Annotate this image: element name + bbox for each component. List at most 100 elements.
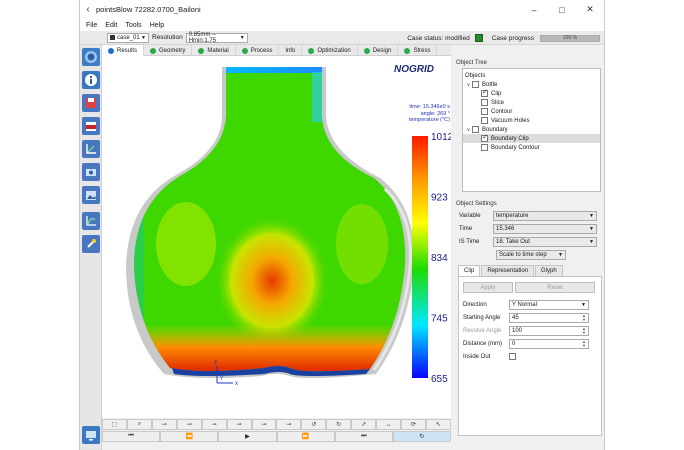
curve-chart-icon[interactable] bbox=[82, 212, 100, 230]
checkbox-bottle[interactable] bbox=[472, 81, 479, 88]
zoom-box-icon[interactable]: ⌕ bbox=[126, 419, 152, 430]
apply-button[interactable]: Apply bbox=[463, 282, 513, 293]
rotate-right-icon[interactable]: ↻ bbox=[326, 419, 352, 430]
menu-file[interactable]: File bbox=[82, 22, 101, 29]
subtab-representation[interactable]: Representation bbox=[481, 265, 535, 276]
view-x-pos-icon[interactable]: ⊸ bbox=[176, 419, 202, 430]
checkbox-vacuum-holes[interactable] bbox=[481, 117, 488, 124]
direction-row: Direction Y Normal ▼ bbox=[463, 298, 597, 311]
distance-input[interactable]: 0 ▲ ▼ bbox=[509, 338, 589, 349]
save-icon[interactable] bbox=[82, 94, 100, 112]
spin-arrows-icon[interactable]: ▲ ▼ bbox=[582, 339, 586, 348]
camera-icon[interactable] bbox=[82, 163, 100, 181]
tab-material[interactable]: Material bbox=[192, 45, 236, 56]
screen-icon[interactable] bbox=[82, 426, 100, 444]
resolution-select[interactable]: 0.85mm -- Hmin:1.75 ▼ bbox=[185, 32, 248, 44]
subtab-glyph[interactable]: Glyph bbox=[535, 265, 563, 276]
tree-item-boundary-clip[interactable]: Boundary Clip bbox=[463, 133, 600, 143]
time-value: 15.346 bbox=[496, 225, 515, 232]
tree-item-contour[interactable]: Contour bbox=[463, 107, 600, 116]
image-export-icon[interactable] bbox=[82, 186, 100, 204]
view-z-pos-icon[interactable]: ⊸ bbox=[276, 419, 302, 430]
left-sidebar bbox=[80, 45, 102, 450]
last-frame-icon[interactable]: ⏭ bbox=[334, 431, 393, 442]
axes-icon[interactable]: ↗ bbox=[351, 419, 377, 430]
case-progress-label: Case progress bbox=[491, 34, 534, 42]
pdf-icon[interactable] bbox=[82, 117, 100, 135]
tab-design[interactable]: Design bbox=[358, 45, 399, 56]
inside-out-row: Inside Out bbox=[463, 350, 597, 363]
tree-item-slice[interactable]: Slice bbox=[463, 98, 600, 107]
tab-stress[interactable]: Stress bbox=[398, 45, 438, 56]
colorbar bbox=[412, 136, 428, 378]
tab-optimization[interactable]: Optimization bbox=[302, 45, 358, 56]
tree-item-label: Contour bbox=[491, 108, 513, 115]
close-icon[interactable]: ✕ bbox=[576, 0, 604, 19]
tab-label: Info bbox=[285, 47, 296, 54]
status-dot-icon bbox=[241, 47, 248, 54]
view-y-neg-icon[interactable]: ⊸ bbox=[201, 419, 227, 430]
tools-icon[interactable] bbox=[82, 235, 100, 253]
tab-geometry[interactable]: Geometry bbox=[144, 45, 193, 56]
checkbox-boundary-clip[interactable] bbox=[481, 133, 488, 142]
view-y-pos-icon[interactable]: ⊸ bbox=[226, 419, 252, 430]
maximize-icon[interactable]: □ bbox=[548, 0, 576, 19]
starting-angle-input[interactable]: 45 ▲ ▼ bbox=[509, 312, 589, 323]
subtab-clip[interactable]: Clip bbox=[458, 265, 481, 276]
checkbox-contour[interactable] bbox=[481, 108, 488, 115]
step-forward-icon[interactable]: ⏩ bbox=[276, 431, 335, 442]
view-z-neg-icon[interactable]: ⊸ bbox=[251, 419, 277, 430]
tree-item-vacuum-holes[interactable]: Vacuum Holes bbox=[463, 116, 600, 125]
rotate-left-icon[interactable]: ↺ bbox=[301, 419, 327, 430]
case-select[interactable]: case_01 ▼ bbox=[107, 32, 149, 43]
revolve-angle-input[interactable]: 100 ▲ ▼ bbox=[509, 325, 589, 336]
variable-select[interactable]: temperature ▼ bbox=[493, 210, 597, 221]
home-icon[interactable] bbox=[82, 48, 100, 66]
tree-item-clip[interactable]: Clip bbox=[463, 88, 600, 98]
info-icon[interactable] bbox=[82, 71, 100, 89]
back-arrow-icon[interactable]: ‹ bbox=[80, 4, 96, 15]
scale-value: Scale to time step bbox=[499, 252, 547, 258]
spin-arrows-icon[interactable]: ▲ ▼ bbox=[582, 326, 586, 335]
fit-view-icon[interactable]: ⬚ bbox=[102, 419, 127, 430]
variable-value: temperature bbox=[496, 212, 529, 219]
reset-button[interactable]: Reset bbox=[515, 282, 595, 293]
status-flag-icon bbox=[474, 34, 483, 42]
play-icon[interactable]: ▶ bbox=[218, 431, 277, 442]
menu-tools[interactable]: Tools bbox=[121, 22, 145, 29]
minimize-icon[interactable]: – bbox=[520, 0, 548, 19]
tab-results[interactable]: Results bbox=[102, 45, 145, 56]
first-frame-icon[interactable]: ⏮ bbox=[102, 431, 161, 442]
view-x-neg-icon[interactable]: ⊸ bbox=[151, 419, 177, 430]
axis-xy-icon[interactable] bbox=[82, 140, 100, 158]
checkbox-boundary-contour[interactable] bbox=[481, 144, 488, 151]
direction-select[interactable]: Y Normal ▼ bbox=[509, 299, 589, 310]
scale-select[interactable]: Scale to time step ▼ bbox=[496, 250, 566, 260]
pointer-icon[interactable]: ↖ bbox=[425, 419, 451, 430]
checkbox-slice[interactable] bbox=[481, 99, 488, 106]
move-icon[interactable]: ↔ bbox=[376, 419, 402, 430]
time-select[interactable]: 15.346 ▼ bbox=[493, 223, 597, 234]
tree-item-label: Boundary bbox=[482, 126, 508, 133]
spin-arrows-icon[interactable]: ▲ ▼ bbox=[582, 313, 586, 322]
menu-bar: File Edit Tools Help bbox=[80, 19, 604, 31]
checkbox-boundary[interactable] bbox=[472, 126, 479, 133]
results-tabs: Results Geometry Material Process Info O… bbox=[102, 45, 451, 56]
loop-icon[interactable]: ↻ bbox=[392, 431, 452, 442]
menu-edit[interactable]: Edit bbox=[101, 22, 121, 29]
inside-out-checkbox[interactable] bbox=[509, 353, 516, 360]
checkbox-clip[interactable] bbox=[481, 88, 488, 97]
chevron-down-icon[interactable]: ∨ bbox=[465, 82, 472, 88]
chevron-down-icon[interactable]: ∨ bbox=[465, 127, 472, 133]
tab-info[interactable]: Info bbox=[279, 45, 303, 56]
revolve-angle-label: Revolve Angle bbox=[463, 327, 502, 334]
refresh-view-icon[interactable]: ⟳ bbox=[401, 419, 426, 430]
3d-viewport[interactable]: z x Y 1012923834745655 NOGRID time: 15.3… bbox=[102, 56, 451, 418]
tab-process[interactable]: Process bbox=[236, 45, 280, 56]
istime-select[interactable]: 18. Take Out ▼ bbox=[493, 236, 597, 247]
step-back-icon[interactable]: ⏪ bbox=[160, 431, 219, 442]
tree-item-boundary-contour[interactable]: Boundary Contour bbox=[463, 143, 600, 152]
starting-angle-value: 45 bbox=[512, 314, 519, 321]
status-dot-icon bbox=[150, 47, 157, 54]
menu-help[interactable]: Help bbox=[146, 22, 168, 29]
